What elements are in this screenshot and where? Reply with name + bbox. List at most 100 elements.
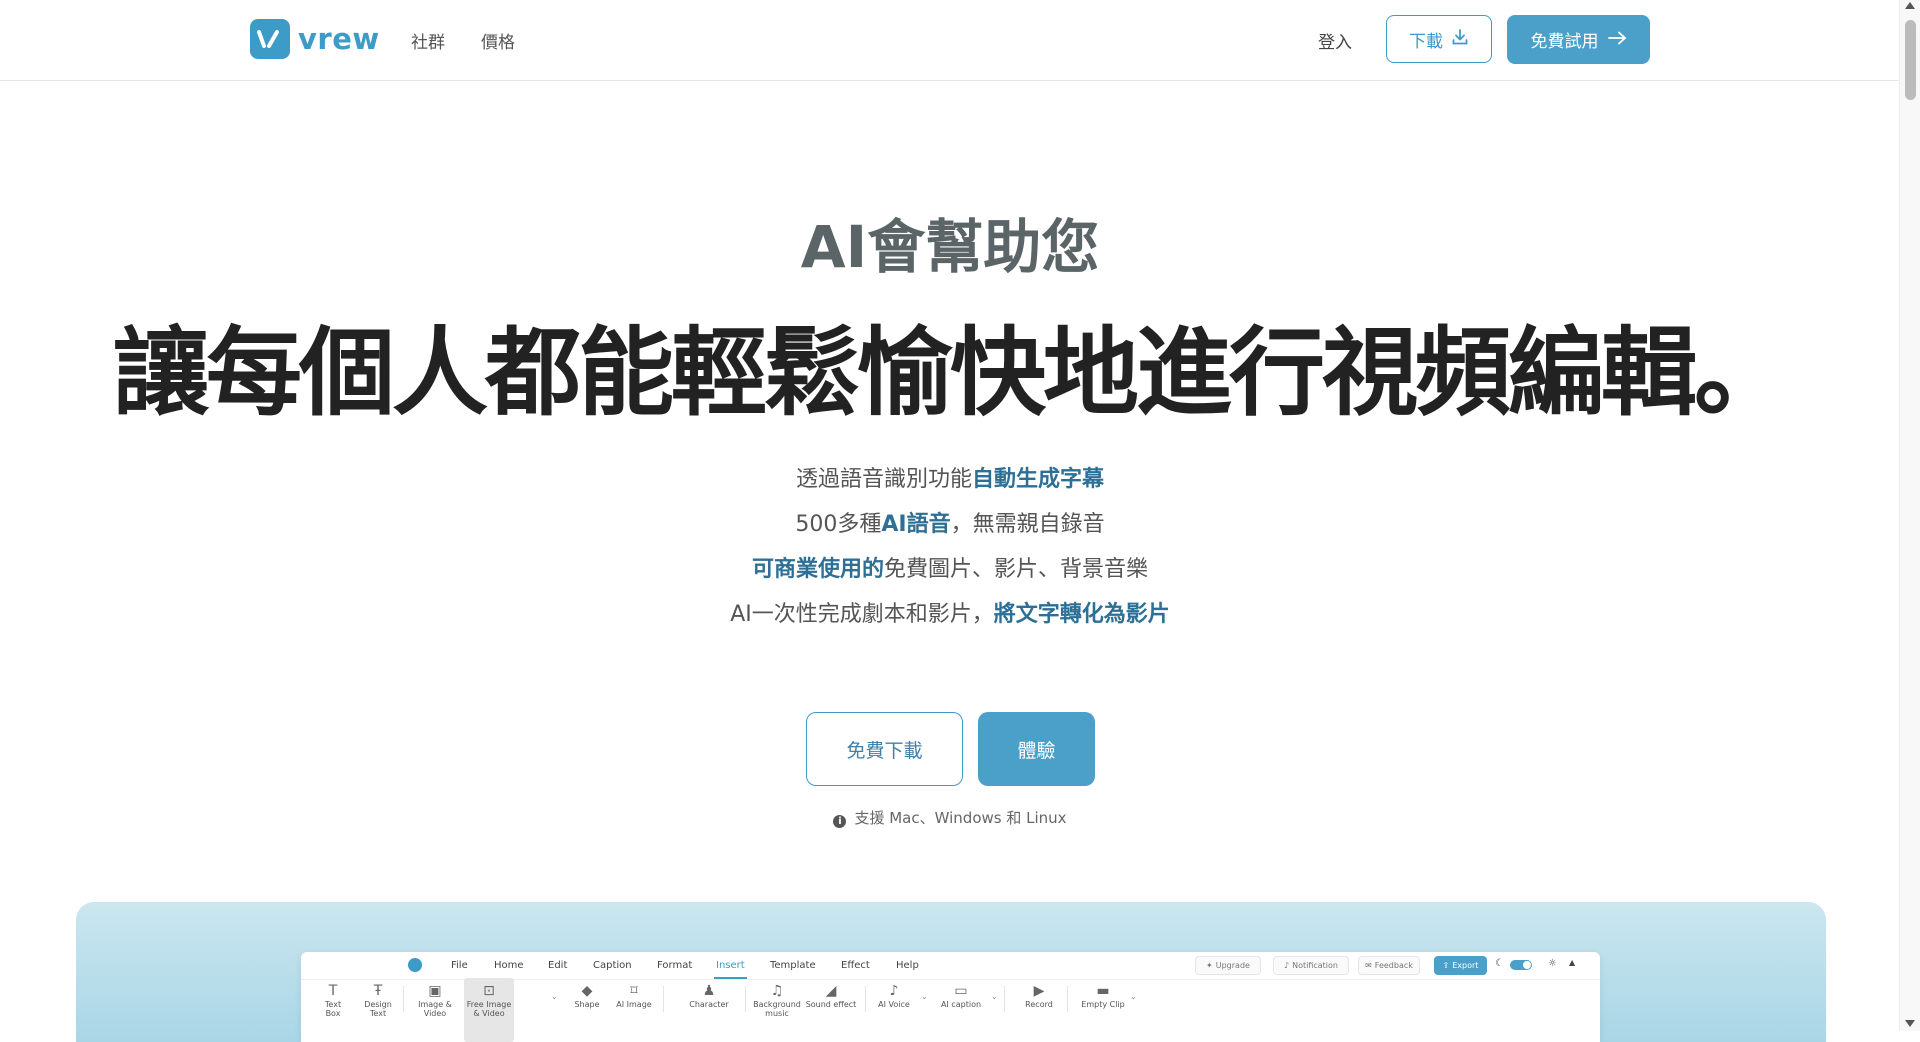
feature-list: 透過語音識別功能自動生成字幕 500多種AI語音，無需親自錄音 可商業使用的免費…	[0, 463, 1900, 643]
export-icon: ⇪	[1442, 961, 1450, 970]
tool-free-image-video[interactable]: ⊡ Free Image & Video	[464, 978, 514, 1042]
tool-character[interactable]: ♟ Character	[687, 982, 731, 1009]
feedback-button[interactable]: ✉ Feedback	[1358, 956, 1420, 975]
app-menu-bar: File Home Edit Caption Format Insert Tem…	[301, 952, 1600, 980]
toolbar-divider	[1004, 986, 1005, 1012]
scroll-down-icon[interactable]	[1905, 1020, 1915, 1027]
menu-effect[interactable]: Effect	[841, 960, 870, 971]
brand-name: vrew	[298, 22, 380, 56]
chevron-down-icon[interactable]: ⌄	[551, 992, 558, 1001]
menu-home[interactable]: Home	[494, 960, 524, 971]
menu-edit[interactable]: Edit	[548, 960, 567, 971]
text-box-icon: T	[328, 983, 338, 999]
feature-highlight: 將文字轉化為影片	[993, 602, 1170, 627]
user-avatar-icon	[408, 958, 422, 972]
sound-effect-icon: ◢	[825, 983, 837, 999]
free-download-button[interactable]: 免費下載	[806, 712, 963, 786]
tool-ai-caption-voiceover[interactable]: ▭ AI caption voiceover	[937, 982, 985, 1010]
chevron-down-icon[interactable]: ⌄	[991, 992, 998, 1001]
design-text-icon: Ŧ	[373, 983, 383, 999]
notification-button[interactable]: ♪ Notification	[1273, 956, 1349, 975]
feature-highlight: AI語音	[881, 512, 951, 537]
ai-voice-icon: ♪	[889, 983, 899, 999]
feature-highlight: 自動生成字幕	[972, 467, 1105, 492]
tool-text-box[interactable]: T Text Box	[317, 982, 349, 1018]
try-button[interactable]: 體驗	[978, 712, 1095, 786]
feedback-icon: ✉	[1365, 961, 1372, 970]
vrew-logo-icon	[250, 19, 290, 59]
notification-label: Notification	[1292, 961, 1338, 970]
download-icon	[1451, 28, 1469, 51]
menu-file[interactable]: File	[451, 960, 468, 971]
tool-label: Background music	[753, 1000, 801, 1018]
tool-label: AI Image	[616, 1000, 652, 1009]
menu-help[interactable]: Help	[896, 960, 919, 971]
tool-label: Text Box	[324, 1000, 342, 1018]
sun-icon: ☼	[1548, 958, 1557, 969]
feature-text: 透過語音識別功能	[795, 467, 972, 492]
scroll-up-icon[interactable]	[1905, 2, 1915, 9]
chevron-down-icon[interactable]: ⌄	[1130, 992, 1137, 1001]
info-icon: i	[833, 815, 847, 828]
free-trial-button[interactable]: 免費試用	[1507, 15, 1650, 64]
tool-label: AI Voice	[878, 1000, 910, 1009]
feature-text: AI一次性完成劇本和影片，	[730, 602, 994, 627]
tool-design-text[interactable]: Ŧ Design Text	[356, 982, 400, 1018]
toolbar-divider	[403, 986, 404, 1012]
menu-template[interactable]: Template	[770, 960, 816, 971]
hero-title: 讓每個人都能輕鬆愉快地進行視頻編輯。	[113, 317, 1790, 429]
app-preview-window: File Home Edit Caption Format Insert Tem…	[301, 952, 1600, 1042]
menu-caption[interactable]: Caption	[593, 960, 632, 971]
feedback-label: Feedback	[1374, 961, 1413, 970]
top-navbar: vrew 社群 價格 登入 下載 免費試用	[0, 0, 1900, 81]
chevron-down-icon[interactable]: ⌄	[921, 992, 928, 1001]
collapse-icon[interactable]: ▲	[1569, 958, 1575, 967]
tool-label: Design Text	[364, 1000, 392, 1018]
tool-shape[interactable]: ◆ Shape	[572, 982, 602, 1009]
nav-community[interactable]: 社群	[411, 28, 445, 53]
upgrade-button[interactable]: ✦ Upgrade	[1195, 956, 1261, 975]
export-label: Export	[1452, 961, 1479, 970]
tool-empty-clip[interactable]: ▬ Empty Clip	[1081, 982, 1125, 1009]
nav-pricing[interactable]: 價格	[481, 28, 515, 53]
vrew-logo[interactable]: vrew	[250, 19, 380, 59]
ai-image-icon: ⌑	[630, 983, 638, 999]
tool-label: AI caption voiceover	[940, 1000, 982, 1010]
tool-sound-effect[interactable]: ◢ Sound effect	[805, 982, 857, 1009]
tool-label: Shape	[574, 1000, 600, 1009]
tool-record[interactable]: ▶ Record	[1021, 982, 1057, 1009]
tool-label: Image & Video	[418, 1000, 452, 1018]
free-trial-label: 免費試用	[1530, 32, 1599, 52]
tool-label: Character	[689, 1000, 729, 1009]
tool-image-video[interactable]: ▣ Image & Video	[406, 982, 464, 1018]
download-button[interactable]: 下載	[1386, 15, 1492, 63]
tool-ai-voice[interactable]: ♪ AI Voice	[876, 982, 912, 1009]
free-image-icon: ⊡	[483, 983, 495, 999]
image-video-icon: ▣	[428, 983, 442, 999]
scrollbar-thumb[interactable]	[1905, 20, 1916, 100]
tool-background-music[interactable]: ♫ Background music	[753, 982, 801, 1018]
tool-label: Record	[1025, 1000, 1053, 1009]
moon-icon: ☾	[1495, 958, 1504, 969]
page-scrollbar[interactable]	[1899, 0, 1920, 1031]
ai-caption-icon: ▭	[954, 983, 968, 999]
menu-format[interactable]: Format	[657, 960, 692, 971]
theme-toggle[interactable]	[1510, 960, 1532, 970]
export-button[interactable]: ⇪ Export	[1434, 956, 1487, 975]
music-icon: ♫	[770, 983, 784, 999]
empty-clip-icon: ▬	[1096, 983, 1110, 999]
toggle-knob	[1523, 961, 1531, 969]
record-icon: ▶	[1033, 983, 1045, 999]
feature-line: 500多種AI語音，無需親自錄音	[0, 508, 1900, 553]
upgrade-icon: ✦	[1206, 961, 1213, 970]
tool-label: Sound effect	[805, 1000, 857, 1009]
login-link[interactable]: 登入	[1318, 28, 1352, 53]
feature-highlight: 可商業使用的	[751, 557, 884, 582]
menu-insert[interactable]: Insert	[716, 960, 745, 971]
toolbar-divider	[745, 986, 746, 1012]
tool-ai-image[interactable]: ⌑ AI Image	[615, 982, 653, 1009]
toolbar-divider	[1067, 986, 1068, 1012]
bell-icon: ♪	[1283, 961, 1290, 970]
toolbar-divider	[865, 986, 866, 1012]
free-download-label: 免費下載	[846, 739, 923, 762]
